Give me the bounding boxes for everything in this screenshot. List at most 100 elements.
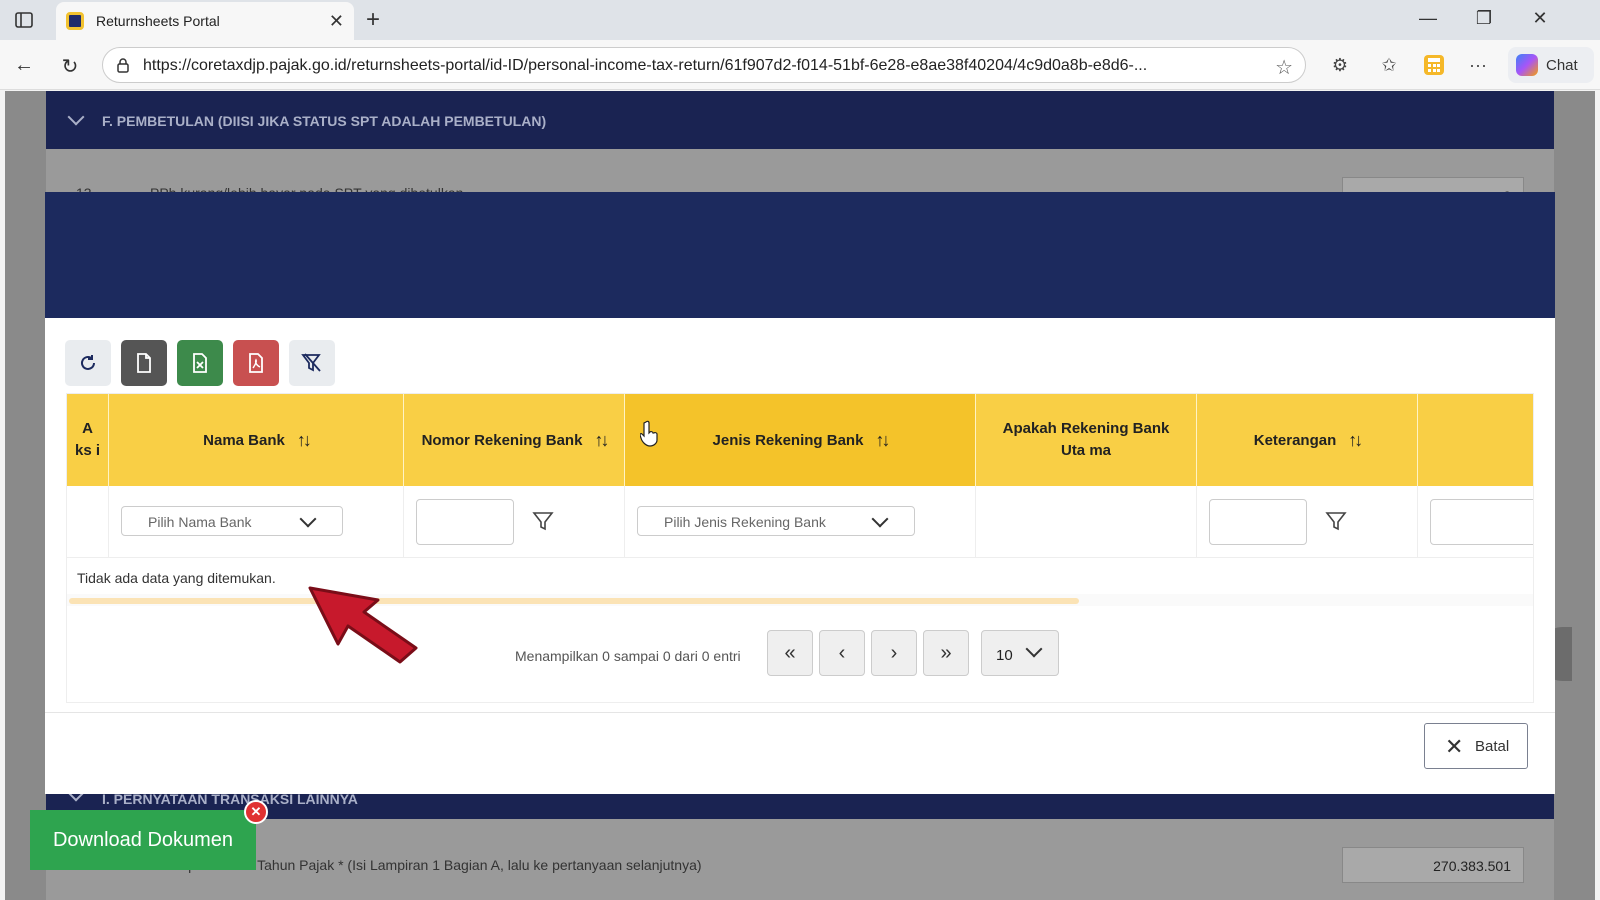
- copilot-icon: [1516, 54, 1538, 76]
- nama-bank-filter-dropdown[interactable]: Pilih Nama Bank: [121, 506, 343, 536]
- column-jenis-rekening[interactable]: Jenis Rekening Bank ↑↓: [625, 394, 976, 486]
- browser-tabbar: Returnsheets Portal ✕ + — ❐ ✕: [0, 0, 1600, 40]
- column-jenis-rekening-label: Jenis Rekening Bank: [712, 431, 864, 449]
- keterangan-filter-input[interactable]: [1209, 499, 1307, 545]
- first-page-button[interactable]: «: [767, 630, 813, 676]
- chevron-left-icon: ‹: [838, 641, 846, 664]
- sort-icon[interactable]: ↑↓: [1348, 430, 1363, 451]
- new-tab-icon[interactable]: +: [366, 6, 380, 34]
- red-annotation-arrow-icon: [308, 586, 418, 664]
- extensions-icon[interactable]: ⚙: [1328, 53, 1352, 77]
- refresh-icon: [81, 355, 95, 370]
- horizontal-scrollbar[interactable]: [67, 594, 1533, 606]
- filter-cell-keterangan: [1197, 486, 1418, 558]
- column-extra: [1418, 394, 1533, 486]
- pdf-file-icon: [249, 353, 263, 373]
- empty-state-message: Tidak ada data yang ditemukan.: [77, 570, 276, 586]
- filter-cell-nama-bank: Pilih Nama Bank: [109, 486, 404, 558]
- column-keterangan-label: Keterangan: [1253, 431, 1337, 449]
- chevron-down-icon: [871, 510, 889, 528]
- next-page-button[interactable]: ›: [871, 630, 917, 676]
- tab-close-icon[interactable]: ✕: [329, 11, 344, 32]
- last-page-button[interactable]: »: [923, 630, 969, 676]
- section-f-title: F. PEMBETULAN (DIISI JIKA STATUS SPT ADA…: [102, 113, 547, 129]
- column-aksi: A ks i: [67, 394, 109, 486]
- modal-header: [45, 192, 1555, 318]
- export-file-button[interactable]: [121, 340, 167, 386]
- copilot-chat-button[interactable]: Chat: [1508, 47, 1594, 83]
- refresh-button[interactable]: [65, 340, 111, 386]
- nomor-rekening-filter-input[interactable]: [416, 499, 514, 545]
- chevron-down-icon: [299, 510, 317, 528]
- chat-label: Chat: [1546, 57, 1578, 74]
- favorites-icon[interactable]: ✩: [1377, 53, 1401, 77]
- chevron-down-icon: [67, 108, 85, 126]
- jenis-rekening-filter-dropdown[interactable]: Pilih Jenis Rekening Bank: [637, 506, 915, 536]
- filter-cell-jenis-rekening: Pilih Jenis Rekening Bank: [625, 486, 976, 558]
- filter-clear-icon: [301, 353, 321, 372]
- column-nomor-rekening-label: Nomor Rekening Bank: [421, 431, 583, 449]
- extra-filter-input[interactable]: [1430, 499, 1533, 545]
- filter-cell-rekening-utama: [976, 486, 1197, 558]
- file-icon: [137, 353, 151, 373]
- column-rekening-utama: Apakah Rekening Bank Uta ma: [976, 394, 1197, 486]
- browser-address-bar: ← ↻ https://coretaxdjp.pajak.go.id/retur…: [0, 40, 1600, 90]
- filter-cell-aksi: [67, 486, 109, 558]
- url-field[interactable]: https://coretaxdjp.pajak.go.id/returnshe…: [102, 47, 1306, 83]
- export-pdf-button[interactable]: [233, 340, 279, 386]
- clear-filter-button[interactable]: [289, 340, 335, 386]
- tab-actions-icon[interactable]: [12, 8, 36, 32]
- grid-pager: Menampilkan 0 sampai 0 dari 0 entri « ‹ …: [67, 606, 1533, 702]
- tab-title: Returnsheets Portal: [96, 13, 220, 29]
- modal-footer: ✕ Batal: [45, 712, 1555, 794]
- filter-icon[interactable]: [1325, 510, 1347, 532]
- batal-label: Batal: [1475, 738, 1510, 755]
- back-icon[interactable]: ←: [12, 54, 36, 77]
- column-nama-bank-label: Nama Bank: [203, 431, 285, 449]
- browser-tab-active[interactable]: Returnsheets Portal ✕: [56, 2, 354, 40]
- hand-cursor-icon: [640, 420, 658, 447]
- chevron-down-icon: [1025, 640, 1043, 658]
- reload-icon[interactable]: ↻: [58, 54, 82, 79]
- prev-page-button[interactable]: ‹: [819, 630, 865, 676]
- restore-icon[interactable]: ❐: [1470, 8, 1498, 29]
- more-options-icon[interactable]: ···: [1466, 53, 1490, 77]
- column-keterangan[interactable]: Keterangan ↑↓: [1197, 394, 1418, 486]
- jenis-rekening-placeholder: Pilih Jenis Rekening Bank: [664, 514, 826, 530]
- lock-icon: [117, 58, 129, 73]
- sort-icon[interactable]: ↑↓: [875, 430, 890, 451]
- filter-cell-extra: [1418, 486, 1533, 558]
- minimize-icon[interactable]: —: [1414, 8, 1442, 29]
- url-text: https://coretaxdjp.pajak.go.id/returnshe…: [143, 57, 1148, 74]
- scrollbar-thumb[interactable]: [69, 598, 1079, 604]
- filter-cell-nomor-rekening: [404, 486, 625, 558]
- column-nama-bank[interactable]: Nama Bank ↑↓: [109, 394, 404, 486]
- filter-icon[interactable]: [532, 510, 554, 532]
- double-chevron-left-icon: «: [784, 641, 796, 664]
- nama-bank-placeholder: Pilih Nama Bank: [148, 514, 252, 530]
- grid-filter-row: Pilih Nama Bank Pilih Jenis Rekening Ban…: [67, 486, 1533, 558]
- calculator-extension-icon[interactable]: [1422, 53, 1446, 77]
- section-f-header[interactable]: F. PEMBETULAN (DIISI JIKA STATUS SPT ADA…: [46, 91, 1554, 149]
- close-icon: ✕: [1445, 734, 1464, 759]
- download-dokumen-button[interactable]: Download Dokumen: [30, 810, 256, 870]
- favorite-star-icon[interactable]: ☆: [1275, 55, 1293, 80]
- double-chevron-right-icon: »: [940, 641, 952, 664]
- row-14a: 14a Harta pada akhir Tahun Pajak * (Isi …: [46, 819, 1554, 900]
- export-excel-button[interactable]: [177, 340, 223, 386]
- download-close-icon[interactable]: ✕: [244, 800, 268, 824]
- sort-icon[interactable]: ↑↓: [297, 430, 312, 451]
- excel-file-icon: [193, 353, 207, 373]
- batal-button[interactable]: ✕ Batal: [1424, 723, 1528, 769]
- bank-account-grid: A ks i Nama Bank ↑↓ Nomor Rekening Bank …: [66, 393, 1534, 703]
- grid-header: A ks i Nama Bank ↑↓ Nomor Rekening Bank …: [67, 394, 1533, 486]
- sort-icon[interactable]: ↑↓: [594, 430, 609, 451]
- page-size-value: 10: [996, 647, 1013, 664]
- column-nomor-rekening[interactable]: Nomor Rekening Bank ↑↓: [404, 394, 625, 486]
- portal-favicon-icon: [66, 12, 84, 30]
- window-close-icon[interactable]: ✕: [1526, 8, 1554, 29]
- chevron-right-icon: ›: [890, 641, 898, 664]
- row-14a-value: 270.383.501: [1342, 847, 1524, 883]
- row-13: 13 PPh kurang/lebih bayar pada SPT yang …: [46, 149, 1554, 213]
- page-size-select[interactable]: 10: [981, 630, 1059, 676]
